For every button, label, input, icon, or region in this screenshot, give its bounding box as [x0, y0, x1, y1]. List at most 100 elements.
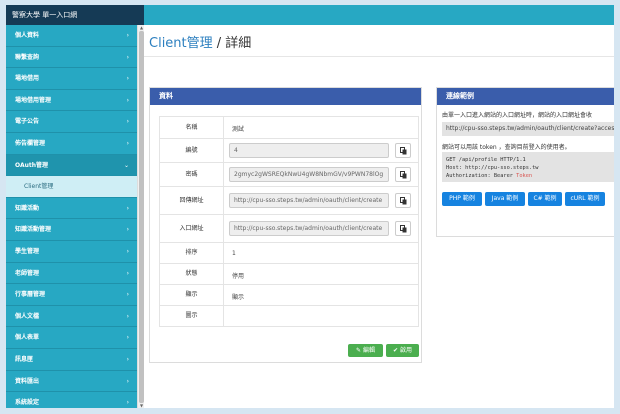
title-separator: /	[212, 36, 226, 51]
table-row: 回傳網址 http://cpu-sso.steps.tw/admin/oauth…	[160, 187, 419, 215]
sidebar-item-contact[interactable]: 聯繫查詢 ›	[6, 47, 137, 69]
sidebar-item-label: 聯繫查詢	[15, 53, 40, 61]
chevron-right-icon: ›	[126, 355, 129, 363]
table-row: 排序 1	[160, 243, 419, 264]
entry-url-field[interactable]: http://cpu-sso.steps.tw/admin/oauth/clie…	[229, 221, 389, 236]
chevron-right-icon: ›	[126, 226, 129, 234]
sidebar-item-inbox[interactable]: 訊息匣 ›	[6, 349, 137, 371]
sidebar-item-bulletin-admin[interactable]: 佈告欄管理 ›	[6, 133, 137, 155]
sidebar-item-label: Client管理	[24, 183, 54, 191]
row-label: 排序	[160, 243, 224, 263]
sidebar: 個人資料 › 聯繫查詢 › 場地借用 › 場地借用管理 › 電子公告 › 佈告欄管理 › O…	[6, 25, 137, 408]
panel-heading: 連線範例	[437, 88, 614, 105]
chevron-right-icon: ›	[126, 96, 129, 104]
example-panel: 連線範例 由單一入口進入網站的入口網址時，網站的入口網址會收 http://cp…	[436, 87, 614, 237]
copy-icon	[400, 225, 407, 233]
brand-title[interactable]: 警察大學 單一入口網	[6, 5, 144, 25]
copy-secret-button[interactable]	[395, 167, 411, 182]
page-title: Client管理 / 詳細	[149, 32, 251, 51]
sidebar-item-label: 個人資料	[15, 32, 40, 39]
row-label: 入口網址	[160, 215, 224, 242]
row-label: 密碼	[160, 163, 224, 186]
row-label: 名稱	[160, 117, 224, 138]
table-row: 密碼 2gmyc2gWSREQkNwU4gW8NbmGV/v9PWN78lOg	[160, 163, 419, 187]
code-line: Host: http://cpu-sso.steps.tw	[446, 165, 539, 171]
sidebar-item-knowledge-admin[interactable]: 知識活動管理 ›	[6, 219, 137, 241]
chevron-right-icon: ›	[126, 32, 129, 39]
sidebar-item-venue[interactable]: 場地借用 ›	[6, 68, 137, 90]
copy-id-button[interactable]	[395, 143, 411, 158]
sidebar-item-settings[interactable]: 系統設定 ›	[6, 392, 137, 408]
row-label: 圖示	[160, 306, 224, 326]
sidebar-item-documents[interactable]: 個人文檔 ›	[6, 306, 137, 328]
table-row: 圖示	[160, 306, 419, 327]
main-content: Client管理 / 詳細 資料 名稱 測試 編號 4 密碼 2gmyc2gWS…	[144, 25, 614, 408]
sidebar-item-label: 場地借用管理	[15, 96, 52, 104]
app-frame: 警察大學 單一入口網 個人資料 › 聯繫查詢 › 場地借用 › 場地借用管理 › 電子公…	[6, 5, 614, 408]
php-example-button[interactable]: PHP 範例	[442, 192, 482, 206]
copy-callback-button[interactable]	[395, 193, 411, 208]
sidebar-item-label: 資料匯出	[15, 377, 40, 385]
edit-label: 編輯	[362, 347, 375, 354]
sidebar-item-label: 電子公告	[15, 118, 40, 126]
example-url: http://cpu-sso.steps.tw/admin/oauth/clie…	[442, 122, 614, 136]
chevron-right-icon: ›	[126, 312, 129, 320]
sidebar-item-label: 佈告欄管理	[15, 139, 46, 147]
sidebar-item-label: 知識活動管理	[15, 226, 52, 234]
panel-heading: 資料	[150, 88, 421, 105]
sidebar-item-label: 個人文檔	[15, 312, 40, 320]
order-value: 1	[232, 250, 236, 257]
code-line: GET /api/profile HTTP/1.1	[446, 157, 526, 163]
sidebar-item-calendar[interactable]: 行事曆管理 ›	[6, 284, 137, 306]
sidebar-item-export[interactable]: 資料匯出 ›	[6, 371, 137, 393]
sidebar-item-teachers[interactable]: 老師管理 ›	[6, 263, 137, 285]
title-section[interactable]: Client管理	[149, 36, 213, 51]
callback-url-field[interactable]: http://cpu-sso.steps.tw/admin/oauth/clie…	[229, 193, 389, 208]
token-placeholder: Token	[516, 173, 533, 179]
sidebar-scrollbar[interactable]: ▲ ▼	[137, 25, 144, 408]
sidebar-item-label: 學生管理	[15, 247, 40, 255]
table-row: 入口網址 http://cpu-sso.steps.tw/admin/oauth…	[160, 215, 419, 243]
copy-icon	[400, 171, 407, 179]
chevron-right-icon: ›	[126, 53, 129, 61]
secret-field[interactable]: 2gmyc2gWSREQkNwU4gW8NbmGV/v9PWN78lOg	[229, 167, 389, 182]
curl-example-button[interactable]: cURL 範例	[565, 192, 605, 206]
chevron-right-icon: ›	[126, 291, 129, 299]
chevron-right-icon: ›	[126, 118, 129, 126]
sidebar-item-label: OAuth管理	[15, 161, 48, 169]
sidebar-item-knowledge[interactable]: 知識活動 ›	[6, 198, 137, 220]
row-label: 回傳網址	[160, 187, 224, 214]
sidebar-item-oauth[interactable]: OAuth管理 ⌄	[6, 154, 137, 177]
chevron-right-icon: ›	[126, 204, 129, 212]
sidebar-item-label: 場地借用	[15, 75, 40, 83]
detail-table: 名稱 測試 編號 4 密碼 2gmyc2gWSREQkNwU4gW8NbmGV/…	[159, 116, 419, 327]
sidebar-item-students[interactable]: 學生管理 ›	[6, 241, 137, 263]
token-description: 網站可以用該 token ，查詢目前登入的使用者。	[442, 144, 571, 151]
sidebar-item-forms[interactable]: 個人表單 ›	[6, 327, 137, 349]
status-value: 停用	[232, 273, 245, 280]
edit-button[interactable]: ✎ 編輯	[348, 344, 383, 357]
enable-label: 啟用	[399, 347, 412, 354]
chevron-right-icon: ›	[126, 139, 129, 147]
java-example-button[interactable]: Java 範例	[485, 192, 525, 206]
chevron-right-icon: ›	[126, 399, 129, 407]
chevron-right-icon: ›	[126, 377, 129, 385]
sidebar-item-client-admin[interactable]: Client管理	[6, 176, 137, 198]
row-label: 編號	[160, 139, 224, 162]
sidebar-item-announcements[interactable]: 電子公告 ›	[6, 111, 137, 133]
row-label: 狀態	[160, 264, 224, 284]
sidebar-item-venue-admin[interactable]: 場地借用管理 ›	[6, 90, 137, 112]
chevron-right-icon: ›	[126, 75, 129, 83]
sidebar-item-profile[interactable]: 個人資料 ›	[6, 25, 137, 47]
id-field[interactable]: 4	[229, 143, 389, 158]
chevron-right-icon: ›	[126, 269, 129, 277]
auth-header: Authorization: Bearer	[446, 173, 517, 179]
copy-entry-button[interactable]	[395, 221, 411, 236]
sidebar-item-label: 系統設定	[15, 399, 40, 407]
sidebar-item-label: 老師管理	[15, 269, 40, 277]
csharp-example-button[interactable]: C# 範例	[528, 192, 562, 206]
chevron-right-icon: ›	[126, 334, 129, 342]
table-row: 顯示 顯示	[160, 285, 419, 306]
enable-button[interactable]: ✔ 啟用	[386, 344, 419, 357]
table-row: 編號 4	[160, 139, 419, 163]
